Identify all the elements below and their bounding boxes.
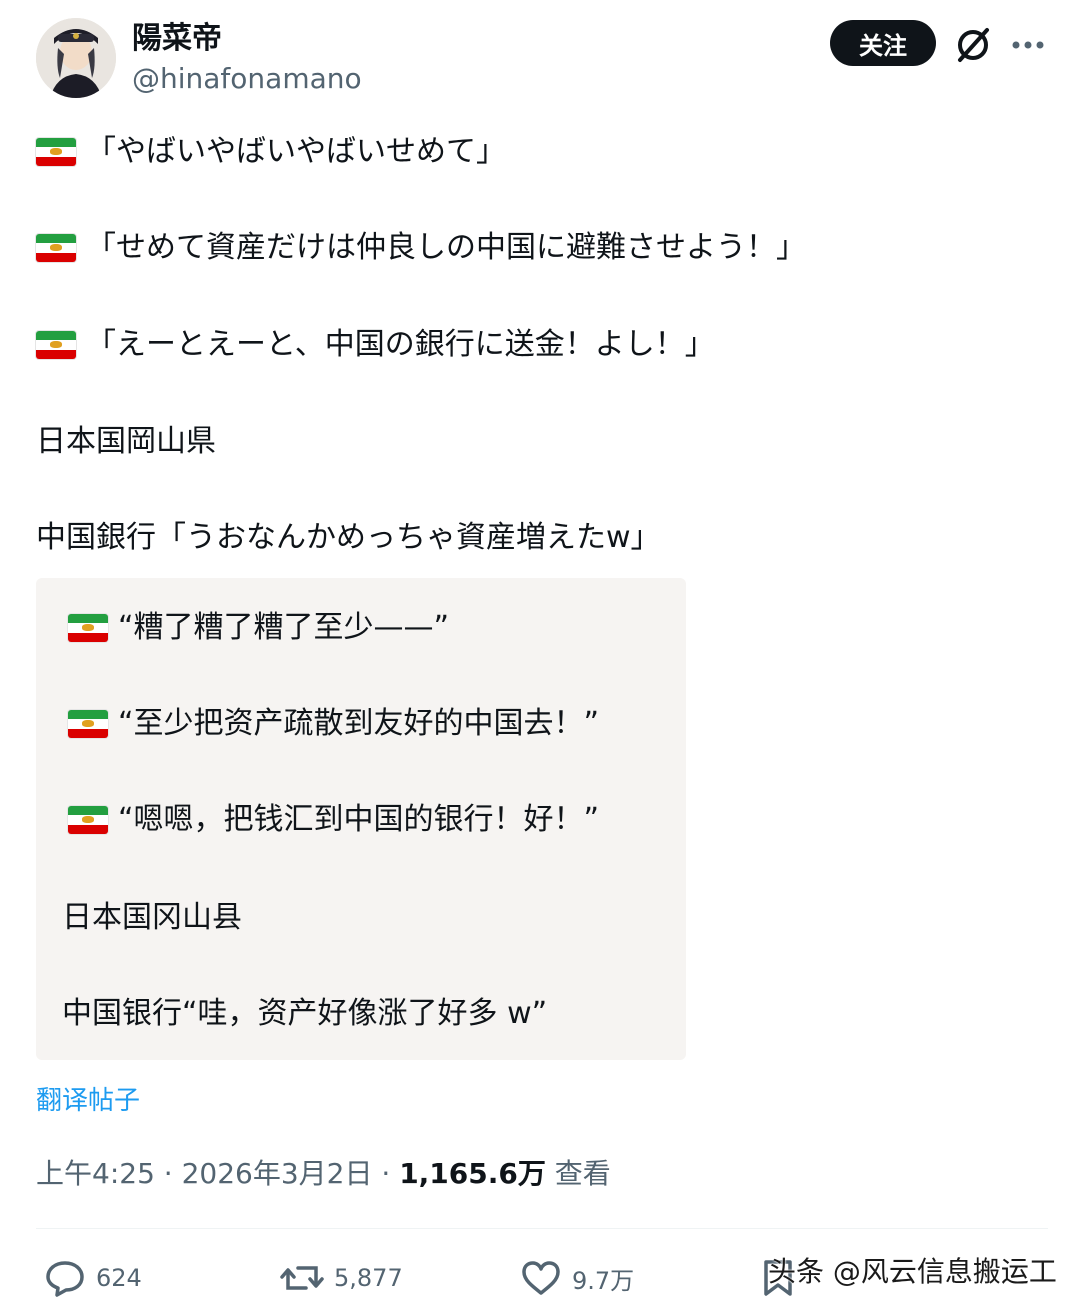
view-count: 1,165.6万 <box>399 1157 546 1190</box>
reply-button[interactable]: 624 <box>44 1256 142 1300</box>
tweet-line: 「やばいやばいやばいせめて」 <box>36 132 506 172</box>
repost-button[interactable]: 5,877 <box>280 1256 403 1300</box>
post-time[interactable]: 上午4:25 <box>36 1157 155 1190</box>
grok-icon[interactable] <box>954 26 992 64</box>
post-meta: 上午4:25 · 2026年3月2日 · 1,165.6万 查看 <box>36 1156 611 1192</box>
divider <box>36 1228 1048 1229</box>
translation-line-bank: 中国银行“哇，资产好像涨了好多 w” <box>62 996 548 1031</box>
tweet-line: 「えーとえーと、中国の銀行に送金！よし！」 <box>36 325 715 365</box>
meta-separator: · <box>154 1157 182 1190</box>
watermark: 头条 @风云信息搬运工 <box>768 1255 1057 1288</box>
tweet-line-bank: 中国銀行「うおなんかめっちゃ資産増えたw」 <box>36 520 661 555</box>
user-handle[interactable]: @hinafonamano <box>132 62 362 96</box>
iran-flag-icon <box>36 138 76 166</box>
translation-line: “嗯嗯，把钱汇到中国的银行！好！” <box>68 800 599 840</box>
tweet-line-text: 「せめて資産だけは仲良しの中国に避難させよう！」 <box>86 230 806 265</box>
reply-count: 624 <box>96 1264 142 1292</box>
like-button[interactable]: 9.7万 <box>520 1256 634 1300</box>
translation-box: “糟了糟了糟了至少——” “至少把资产疏散到友好的中国去！” “嗯嗯，把钱汇到中… <box>36 578 686 1060</box>
tweet-line-text: 「えーとえーと、中国の銀行に送金！よし！」 <box>86 327 715 362</box>
avatar-image <box>36 18 116 98</box>
translation-line-text: “嗯嗯，把钱汇到中国的银行！好！” <box>118 802 600 837</box>
tweet-line-location: 日本国岡山県 <box>36 424 216 459</box>
translation-line: “糟了糟了糟了至少——” <box>68 608 449 648</box>
translation-line-text: “至少把资产疏散到友好的中国去！” <box>118 706 600 741</box>
iran-flag-icon <box>68 614 108 642</box>
translate-post-link[interactable]: 翻译帖子 <box>36 1084 140 1118</box>
translation-line: “至少把资产疏散到友好的中国去！” <box>68 704 599 744</box>
translation-line-text: “糟了糟了糟了至少——” <box>118 610 450 645</box>
views-label: 查看 <box>554 1157 611 1190</box>
iran-flag-icon <box>36 234 76 262</box>
repost-count: 5,877 <box>334 1264 403 1292</box>
follow-button[interactable]: 关注 <box>830 20 936 66</box>
meta-separator: · <box>372 1157 400 1190</box>
display-name[interactable]: 陽菜帝 <box>132 20 222 58</box>
post-date[interactable]: 2026年3月2日 <box>182 1157 373 1190</box>
tweet-line-text: 「やばいやばいやばいせめて」 <box>86 134 506 169</box>
more-icon[interactable] <box>1008 26 1048 64</box>
translation-line-location: 日本国冈山县 <box>62 900 242 935</box>
iran-flag-icon <box>36 331 76 359</box>
like-icon <box>522 1261 560 1295</box>
iran-flag-icon <box>68 806 108 834</box>
tweet-line: 「せめて資産だけは仲良しの中国に避難させよう！」 <box>36 228 806 268</box>
like-count: 9.7万 <box>572 1266 635 1295</box>
iran-flag-icon <box>68 710 108 738</box>
reply-icon <box>46 1261 84 1297</box>
avatar[interactable] <box>36 18 116 98</box>
repost-icon <box>280 1266 324 1290</box>
